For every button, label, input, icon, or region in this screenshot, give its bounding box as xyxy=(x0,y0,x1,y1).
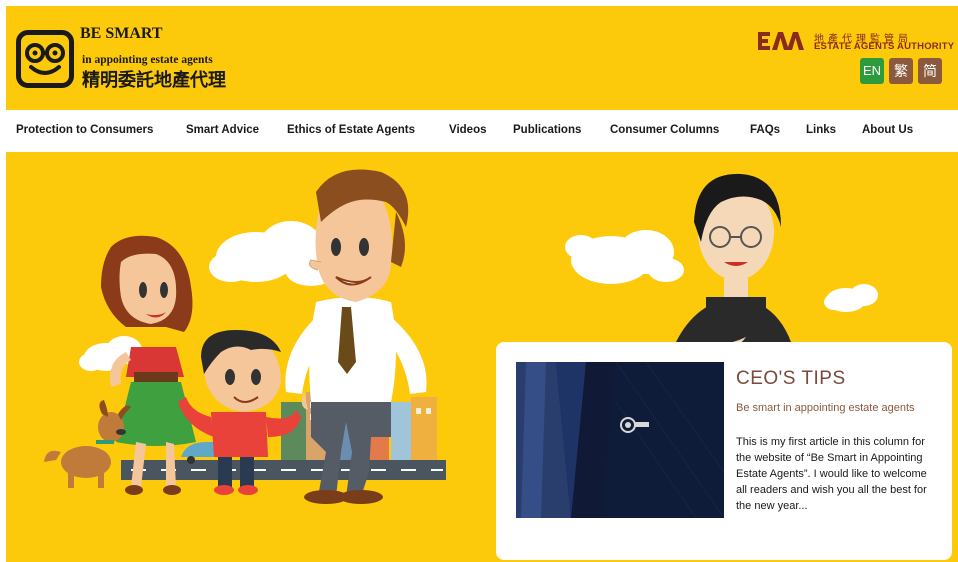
site-logo-subtitle: in appointing estate agents xyxy=(82,54,213,66)
main-nav: Protection to Consumers Smart Advice Eth… xyxy=(0,110,958,152)
site-logo-chinese: 精明委託地產代理 xyxy=(82,70,226,91)
eaa-mark-icon xyxy=(758,32,804,50)
nav-item-protection-to-consumers[interactable]: Protection to Consumers xyxy=(16,124,153,136)
lang-simplified-chinese-button[interactable]: 简 xyxy=(918,58,942,84)
lang-english-button[interactable]: EN xyxy=(860,58,884,84)
hero-banner[interactable]: CEO'S TIPS Be smart in appointing estate… xyxy=(6,152,958,562)
nav-item-ethics[interactable]: Ethics of Estate Agents xyxy=(287,124,415,136)
smiley-logo-icon[interactable] xyxy=(16,30,74,88)
eaa-english-name: ESTATE AGENTS AUTHORITY xyxy=(814,41,955,52)
nav-item-links[interactable]: Links xyxy=(806,124,836,136)
lang-traditional-chinese-button[interactable]: 繁 xyxy=(889,58,913,84)
nav-item-smart-advice[interactable]: Smart Advice xyxy=(186,124,259,136)
dog-figure xyxy=(44,400,131,488)
nav-item-publications[interactable]: Publications xyxy=(513,124,581,136)
ceo-tips-excerpt: This is my first article in this column … xyxy=(736,436,927,512)
nav-item-consumer-columns[interactable]: Consumer Columns xyxy=(610,124,719,136)
site-logo-title[interactable]: BE SMART xyxy=(80,26,163,42)
eaa-logo[interactable]: 地產代理監管局 ESTATE AGENTS AUTHORITY xyxy=(758,30,954,54)
nav-item-faqs[interactable]: FAQs xyxy=(750,124,780,136)
ceo-tips-title[interactable]: CEO'S TIPS xyxy=(736,368,846,390)
ceo-tips-subtitle[interactable]: Be smart in appointing estate agents xyxy=(736,400,936,416)
ceo-tips-card[interactable]: CEO'S TIPS Be smart in appointing estate… xyxy=(496,342,952,560)
ceo-caricature xyxy=(676,173,791,352)
ceo-tips-photo[interactable] xyxy=(516,362,724,518)
nav-item-about-us[interactable]: About Us xyxy=(862,124,913,136)
nav-item-videos[interactable]: Videos xyxy=(449,124,487,136)
site-header: BE SMART in appointing estate agents 精明委… xyxy=(6,6,958,110)
